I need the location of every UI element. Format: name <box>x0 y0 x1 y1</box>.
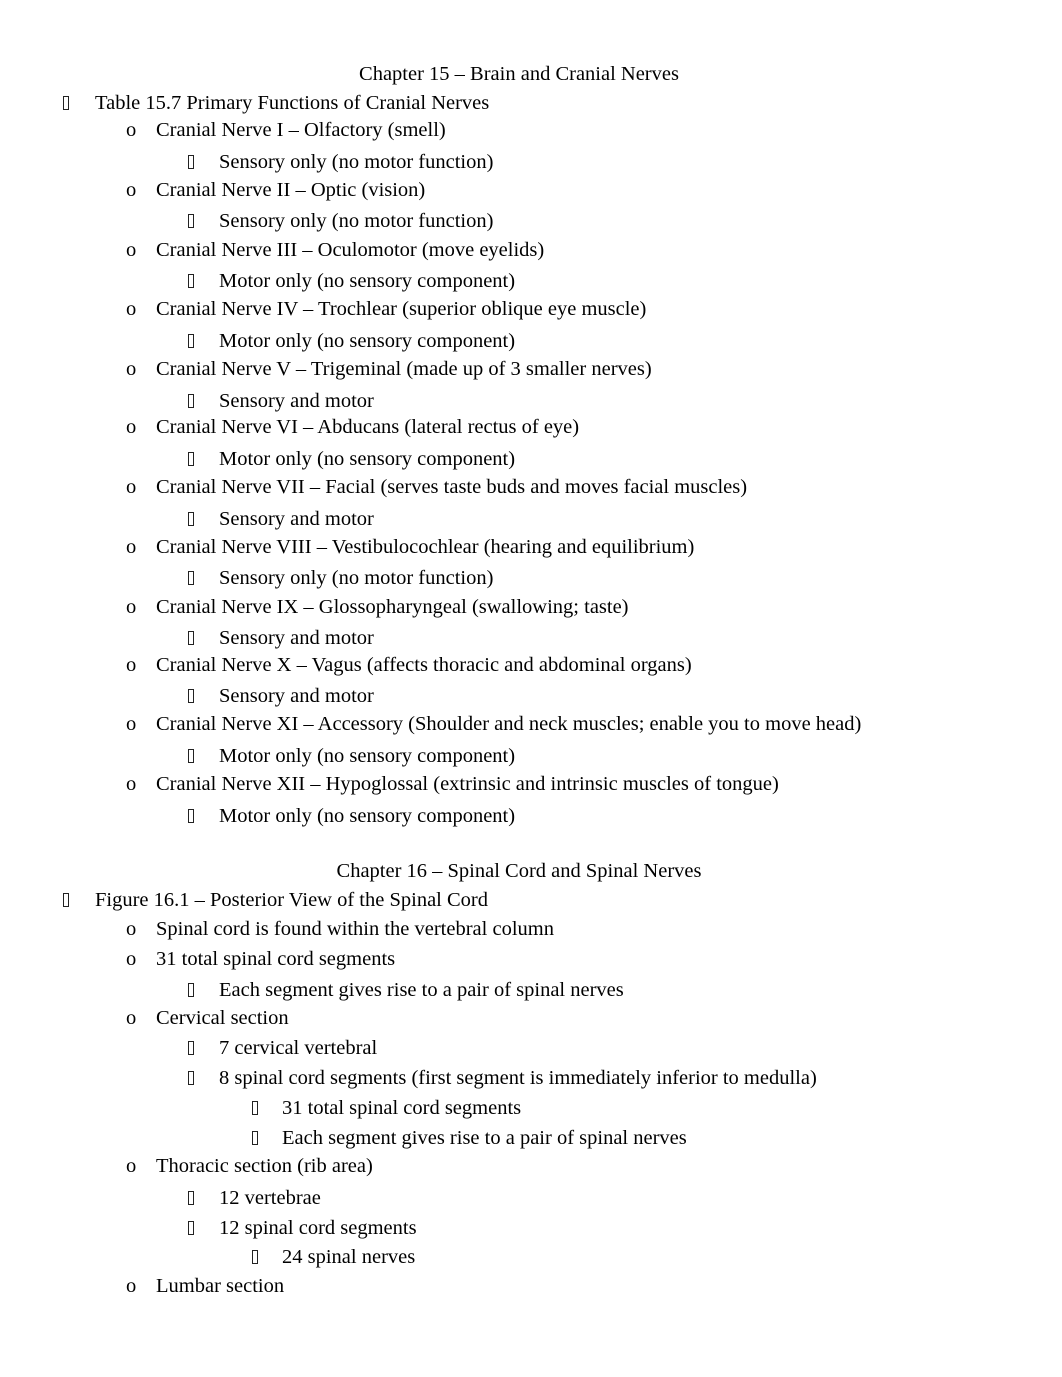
list-item-text: Sensory and motor <box>219 390 374 412</box>
circle-bullet-icon: o <box>126 654 137 676</box>
list-item-text: Table 15.7 Primary Functions of Cranial … <box>95 92 490 114</box>
square-bullet-icon <box>188 150 194 175</box>
square-bullet-icon <box>188 804 194 829</box>
list-item-text: Motor only (no sensory component) <box>219 270 516 292</box>
list-item-text: 7 cervical vertebral <box>219 1037 378 1059</box>
list-item-text: Sensory only (no motor function) <box>219 151 494 173</box>
list-item-text: Cranial Nerve V – Trigeminal (made up of… <box>156 358 652 380</box>
square-bullet-icon <box>188 269 194 294</box>
square-bullet-icon <box>188 1186 194 1211</box>
list-item-text: Lumbar section <box>156 1275 285 1297</box>
square-bullet-icon <box>188 1216 194 1241</box>
list-item-text: 24 spinal nerves <box>282 1246 416 1268</box>
square-bullet-icon <box>63 91 69 116</box>
list-item-text: Sensory and motor <box>219 685 374 707</box>
circle-bullet-icon: o <box>126 948 137 970</box>
circle-bullet-icon: o <box>126 536 137 558</box>
list-item-text: Cranial Nerve IX – Glossopharyngeal (swa… <box>156 596 629 618</box>
chapter-16-title: Chapter 16 – Spinal Cord and Spinal Nerv… <box>336 860 702 882</box>
list-item-text: Cranial Nerve II – Optic (vision) <box>156 179 426 201</box>
square-bullet-icon <box>63 888 69 913</box>
circle-bullet-icon: o <box>126 1007 137 1029</box>
circle-bullet-icon: o <box>126 119 137 141</box>
list-item-text: Cranial Nerve XI – Accessory (Shoulder a… <box>156 713 862 735</box>
list-item-text: 12 vertebrae <box>219 1187 321 1209</box>
list-item-text: Cervical section <box>156 1007 289 1029</box>
list-item-text: Sensory only (no motor function) <box>219 567 494 589</box>
list-item-text: Motor only (no sensory component) <box>219 745 516 767</box>
list-item-text: 31 total spinal cord segments <box>282 1097 522 1119</box>
list-item-text: Sensory and motor <box>219 508 374 530</box>
list-item-text: Sensory only (no motor function) <box>219 210 494 232</box>
list-item-text: Cranial Nerve X – Vagus (affects thoraci… <box>156 654 692 676</box>
square-bullet-icon <box>188 1066 194 1091</box>
list-item-text: Figure 16.1 – Posterior View of the Spin… <box>95 889 488 911</box>
circle-bullet-icon: o <box>126 179 137 201</box>
list-item-text: Cranial Nerve IV – Trochlear (superior o… <box>156 298 647 320</box>
list-item-text: Motor only (no sensory component) <box>219 805 516 827</box>
list-item-text: Thoracic section (rib area) <box>156 1155 373 1177</box>
list-item-text: 8 spinal cord segments (first segment is… <box>219 1067 817 1089</box>
square-bullet-icon <box>188 447 194 472</box>
list-item-text: Motor only (no sensory component) <box>219 330 516 352</box>
list-item-text: Spinal cord is found within the vertebra… <box>156 918 554 940</box>
chapter-15-title: Chapter 15 – Brain and Cranial Nerves <box>359 63 679 85</box>
square-bullet-icon <box>188 507 194 532</box>
square-bullet-icon <box>252 1245 258 1270</box>
square-bullet-icon <box>252 1096 258 1121</box>
circle-bullet-icon: o <box>126 918 137 940</box>
list-item-text: Motor only (no sensory component) <box>219 448 516 470</box>
list-item-text: Each segment gives rise to a pair of spi… <box>282 1127 687 1149</box>
circle-bullet-icon: o <box>126 239 137 261</box>
square-bullet-icon <box>188 626 194 651</box>
list-item-text: Cranial Nerve XII – Hypoglossal (extrins… <box>156 773 779 795</box>
document-page: Chapter 15 – Brain and Cranial Nerves Ta… <box>0 0 1062 1377</box>
list-item-text: Cranial Nerve VIII – Vestibulocochlear (… <box>156 536 695 558</box>
list-item-text: Sensory and motor <box>219 627 374 649</box>
square-bullet-icon <box>188 389 194 414</box>
circle-bullet-icon: o <box>126 773 137 795</box>
circle-bullet-icon: o <box>126 298 137 320</box>
list-item-text: Cranial Nerve I – Olfactory (smell) <box>156 119 446 141</box>
list-item-text: 12 spinal cord segments <box>219 1217 417 1239</box>
list-item-text: Cranial Nerve VII – Facial (serves taste… <box>156 476 748 498</box>
circle-bullet-icon: o <box>126 358 137 380</box>
circle-bullet-icon: o <box>126 416 137 438</box>
square-bullet-icon <box>188 209 194 234</box>
square-bullet-icon <box>252 1126 258 1151</box>
list-item-text: 31 total spinal cord segments <box>156 948 396 970</box>
list-item-text: Cranial Nerve VI – Abducans (lateral rec… <box>156 416 580 438</box>
circle-bullet-icon: o <box>126 596 137 618</box>
square-bullet-icon <box>188 329 194 354</box>
circle-bullet-icon: o <box>126 1275 137 1297</box>
square-bullet-icon <box>188 978 194 1003</box>
square-bullet-icon <box>188 1036 194 1061</box>
circle-bullet-icon: o <box>126 1155 137 1177</box>
circle-bullet-icon: o <box>126 713 137 735</box>
square-bullet-icon <box>188 684 194 709</box>
square-bullet-icon <box>188 744 194 769</box>
list-item-text: Cranial Nerve III – Oculomotor (move eye… <box>156 239 545 261</box>
circle-bullet-icon: o <box>126 476 137 498</box>
square-bullet-icon <box>188 566 194 591</box>
list-item-text: Each segment gives rise to a pair of spi… <box>219 979 624 1001</box>
